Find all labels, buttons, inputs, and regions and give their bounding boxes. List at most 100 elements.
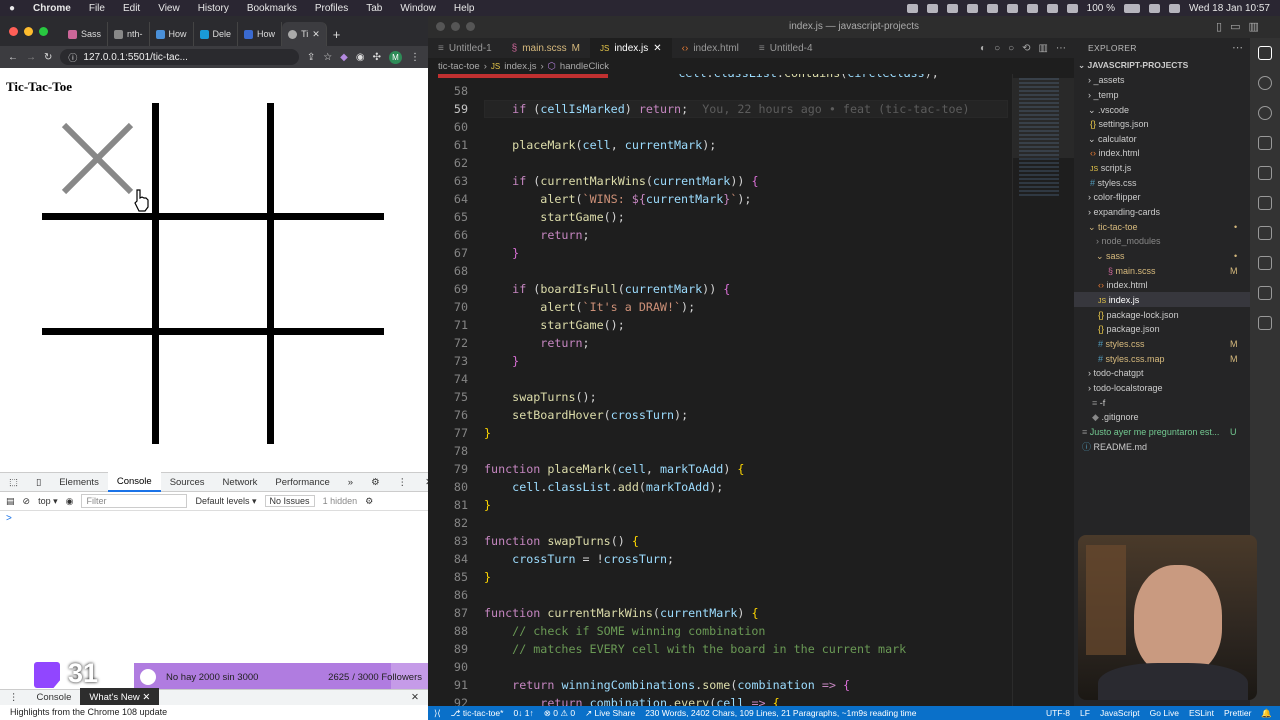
board-cell[interactable]: [159, 335, 267, 444]
git-branch[interactable]: ⎇ tic-tac-toe*: [451, 708, 504, 719]
go-back-icon[interactable]: ○: [994, 43, 1000, 54]
extension-icon[interactable]: ◆: [340, 52, 348, 63]
status-tray-icon[interactable]: [966, 3, 978, 13]
tree-item-folder[interactable]: › _assets: [1088, 73, 1125, 87]
menu-chrome[interactable]: Chrome: [24, 3, 80, 14]
explorer-icon[interactable]: [1258, 46, 1272, 60]
editor-tab[interactable]: § main.scss M: [502, 38, 590, 58]
zoom-window-button[interactable]: [466, 22, 475, 31]
close-window-button[interactable]: [436, 22, 445, 31]
run-debug-icon[interactable]: [1258, 136, 1272, 150]
status-tray-icon[interactable]: [1006, 3, 1018, 13]
tree-item-folder[interactable]: ⌄ sass •: [1096, 249, 1237, 263]
editor-tab[interactable]: ‹› index.html: [672, 38, 749, 58]
git-sync[interactable]: 0↓ 1↑: [513, 708, 533, 718]
devtools-tab-console[interactable]: Console: [107, 472, 161, 492]
tree-item-folder[interactable]: › node_modules: [1096, 234, 1161, 248]
more-actions-icon[interactable]: ⋯: [1056, 43, 1066, 54]
go-live-button[interactable]: Go Live: [1150, 708, 1179, 719]
tree-item-file[interactable]: # styles.css: [1090, 176, 1137, 190]
chrome-menu-icon[interactable]: ⋮: [410, 52, 420, 63]
breadcrumb-folder[interactable]: tic-tac-toe: [438, 61, 480, 72]
chrome-tab[interactable]: How: [150, 22, 194, 46]
status-tray-icon[interactable]: [906, 3, 918, 13]
go-forward-icon[interactable]: ○: [1008, 43, 1014, 54]
toggle-sidebar-icon[interactable]: ▯: [1216, 20, 1222, 33]
tree-item-folder[interactable]: › expanding-cards: [1088, 205, 1160, 219]
sidebar-toggle-icon[interactable]: ▤: [6, 496, 15, 507]
profile-avatar[interactable]: M: [389, 50, 402, 64]
board-cell[interactable]: [42, 220, 152, 328]
log-levels-select[interactable]: Default levels ▾: [195, 496, 256, 507]
tree-item-folder[interactable]: › todo-chatgpt: [1088, 366, 1144, 380]
tree-item-file[interactable]: ≡ -f: [1092, 396, 1105, 410]
chrome-tab[interactable]: Dele: [194, 22, 239, 46]
status-tray-icon[interactable]: [1026, 3, 1038, 13]
reload-icon[interactable]: ↻: [44, 52, 52, 63]
editor-tab[interactable]: ≡ Untitled-4: [749, 38, 823, 58]
menu-tab[interactable]: Tab: [357, 3, 391, 14]
board-cell[interactable]: [274, 220, 384, 328]
status-tray-icon[interactable]: [1046, 3, 1058, 13]
editor-tab-active[interactable]: JS index.js ✕: [590, 38, 672, 58]
breadcrumb-symbol[interactable]: handleClick: [560, 61, 609, 72]
menubar-clock[interactable]: Wed 18 Jan 10:57: [1189, 3, 1270, 14]
menu-help[interactable]: Help: [445, 3, 484, 14]
live-share-button[interactable]: ↗ Live Share: [585, 708, 635, 719]
menu-edit[interactable]: Edit: [114, 3, 149, 14]
close-tab-icon[interactable]: ✕: [653, 43, 661, 54]
wifi-icon[interactable]: [1066, 3, 1078, 13]
eye-icon[interactable]: ◉: [66, 496, 74, 507]
chrome-tab-active[interactable]: Ti ✕: [282, 22, 327, 46]
close-window-button[interactable]: [9, 27, 18, 36]
more-tabs-icon[interactable]: »: [339, 472, 362, 492]
board-cell[interactable]: [42, 335, 152, 444]
code-editor[interactable]: 57 cell.classList.contains(circleClass);…: [428, 74, 1008, 706]
source-control-icon[interactable]: [1258, 106, 1272, 120]
console-settings-icon[interactable]: ⚙: [365, 496, 373, 507]
tree-item-folder[interactable]: ⌄ .vscode: [1088, 103, 1129, 117]
apple-icon[interactable]: ●: [0, 3, 24, 14]
problems-count[interactable]: ⊗ 0 ⚠ 0: [544, 708, 575, 719]
remote-explorer-icon[interactable]: [1258, 196, 1272, 210]
close-tab-icon[interactable]: ✕: [312, 29, 320, 40]
forward-icon[interactable]: →: [26, 52, 36, 63]
issues-button[interactable]: No Issues: [264, 495, 315, 507]
editor-tab[interactable]: ≡ Untitled-1: [428, 38, 502, 58]
tree-item-file[interactable]: {} settings.json: [1090, 117, 1149, 131]
zoom-window-button[interactable]: [39, 27, 48, 36]
minimize-window-button[interactable]: [451, 22, 460, 31]
tree-item-file[interactable]: ≡ Justo ayer me preguntaron est... U: [1082, 425, 1237, 439]
search-icon[interactable]: [1149, 3, 1160, 13]
minimap[interactable]: [1012, 74, 1074, 706]
line-ending[interactable]: LF: [1080, 708, 1090, 719]
tree-item-file[interactable]: ‹› index.html: [1098, 278, 1148, 292]
tree-item-folder[interactable]: › _temp: [1088, 88, 1119, 102]
status-tray-icon[interactable]: [926, 3, 938, 13]
address-bar[interactable]: ⓘ 127.0.0.1:5501/tic-tac...: [60, 49, 299, 65]
tree-item-file[interactable]: {} package.json: [1098, 322, 1160, 336]
tree-item-file[interactable]: ⓘ README.md: [1082, 440, 1147, 454]
tree-item-file[interactable]: JS script.js: [1090, 161, 1131, 177]
device-toolbar-icon[interactable]: ▯: [27, 472, 50, 492]
share-icon[interactable]: ⇪: [307, 52, 315, 63]
chrome-tab[interactable]: How: [238, 22, 283, 46]
eslint-status[interactable]: ESLint: [1189, 708, 1214, 719]
compare-icon[interactable]: ⟲: [1022, 43, 1030, 54]
tree-item-folder[interactable]: ⌄ calculator: [1088, 132, 1137, 146]
context-select[interactable]: top ▾: [38, 496, 58, 507]
console-filter-input[interactable]: Filter: [81, 494, 188, 508]
bookmark-star-icon[interactable]: ☆: [323, 52, 332, 63]
tree-item-file[interactable]: # styles.css.map M: [1098, 352, 1238, 366]
explorer-more-icon[interactable]: ⋯: [1232, 41, 1243, 54]
timeline-icon[interactable]: [1258, 286, 1272, 300]
tree-item-file[interactable]: {} package-lock.json: [1098, 308, 1179, 322]
tree-item-file[interactable]: ‹› index.html: [1090, 146, 1140, 160]
language-mode[interactable]: JavaScript: [1100, 708, 1140, 719]
board-cell[interactable]: [274, 335, 384, 444]
split-editor-icon[interactable]: ▥: [1039, 43, 1048, 54]
search-icon[interactable]: [1258, 76, 1272, 90]
tree-item-folder[interactable]: › todo-localstorage: [1088, 381, 1163, 395]
extensions-puzzle-icon[interactable]: ✣: [373, 52, 381, 63]
customize-layout-icon[interactable]: ▥: [1248, 20, 1258, 33]
